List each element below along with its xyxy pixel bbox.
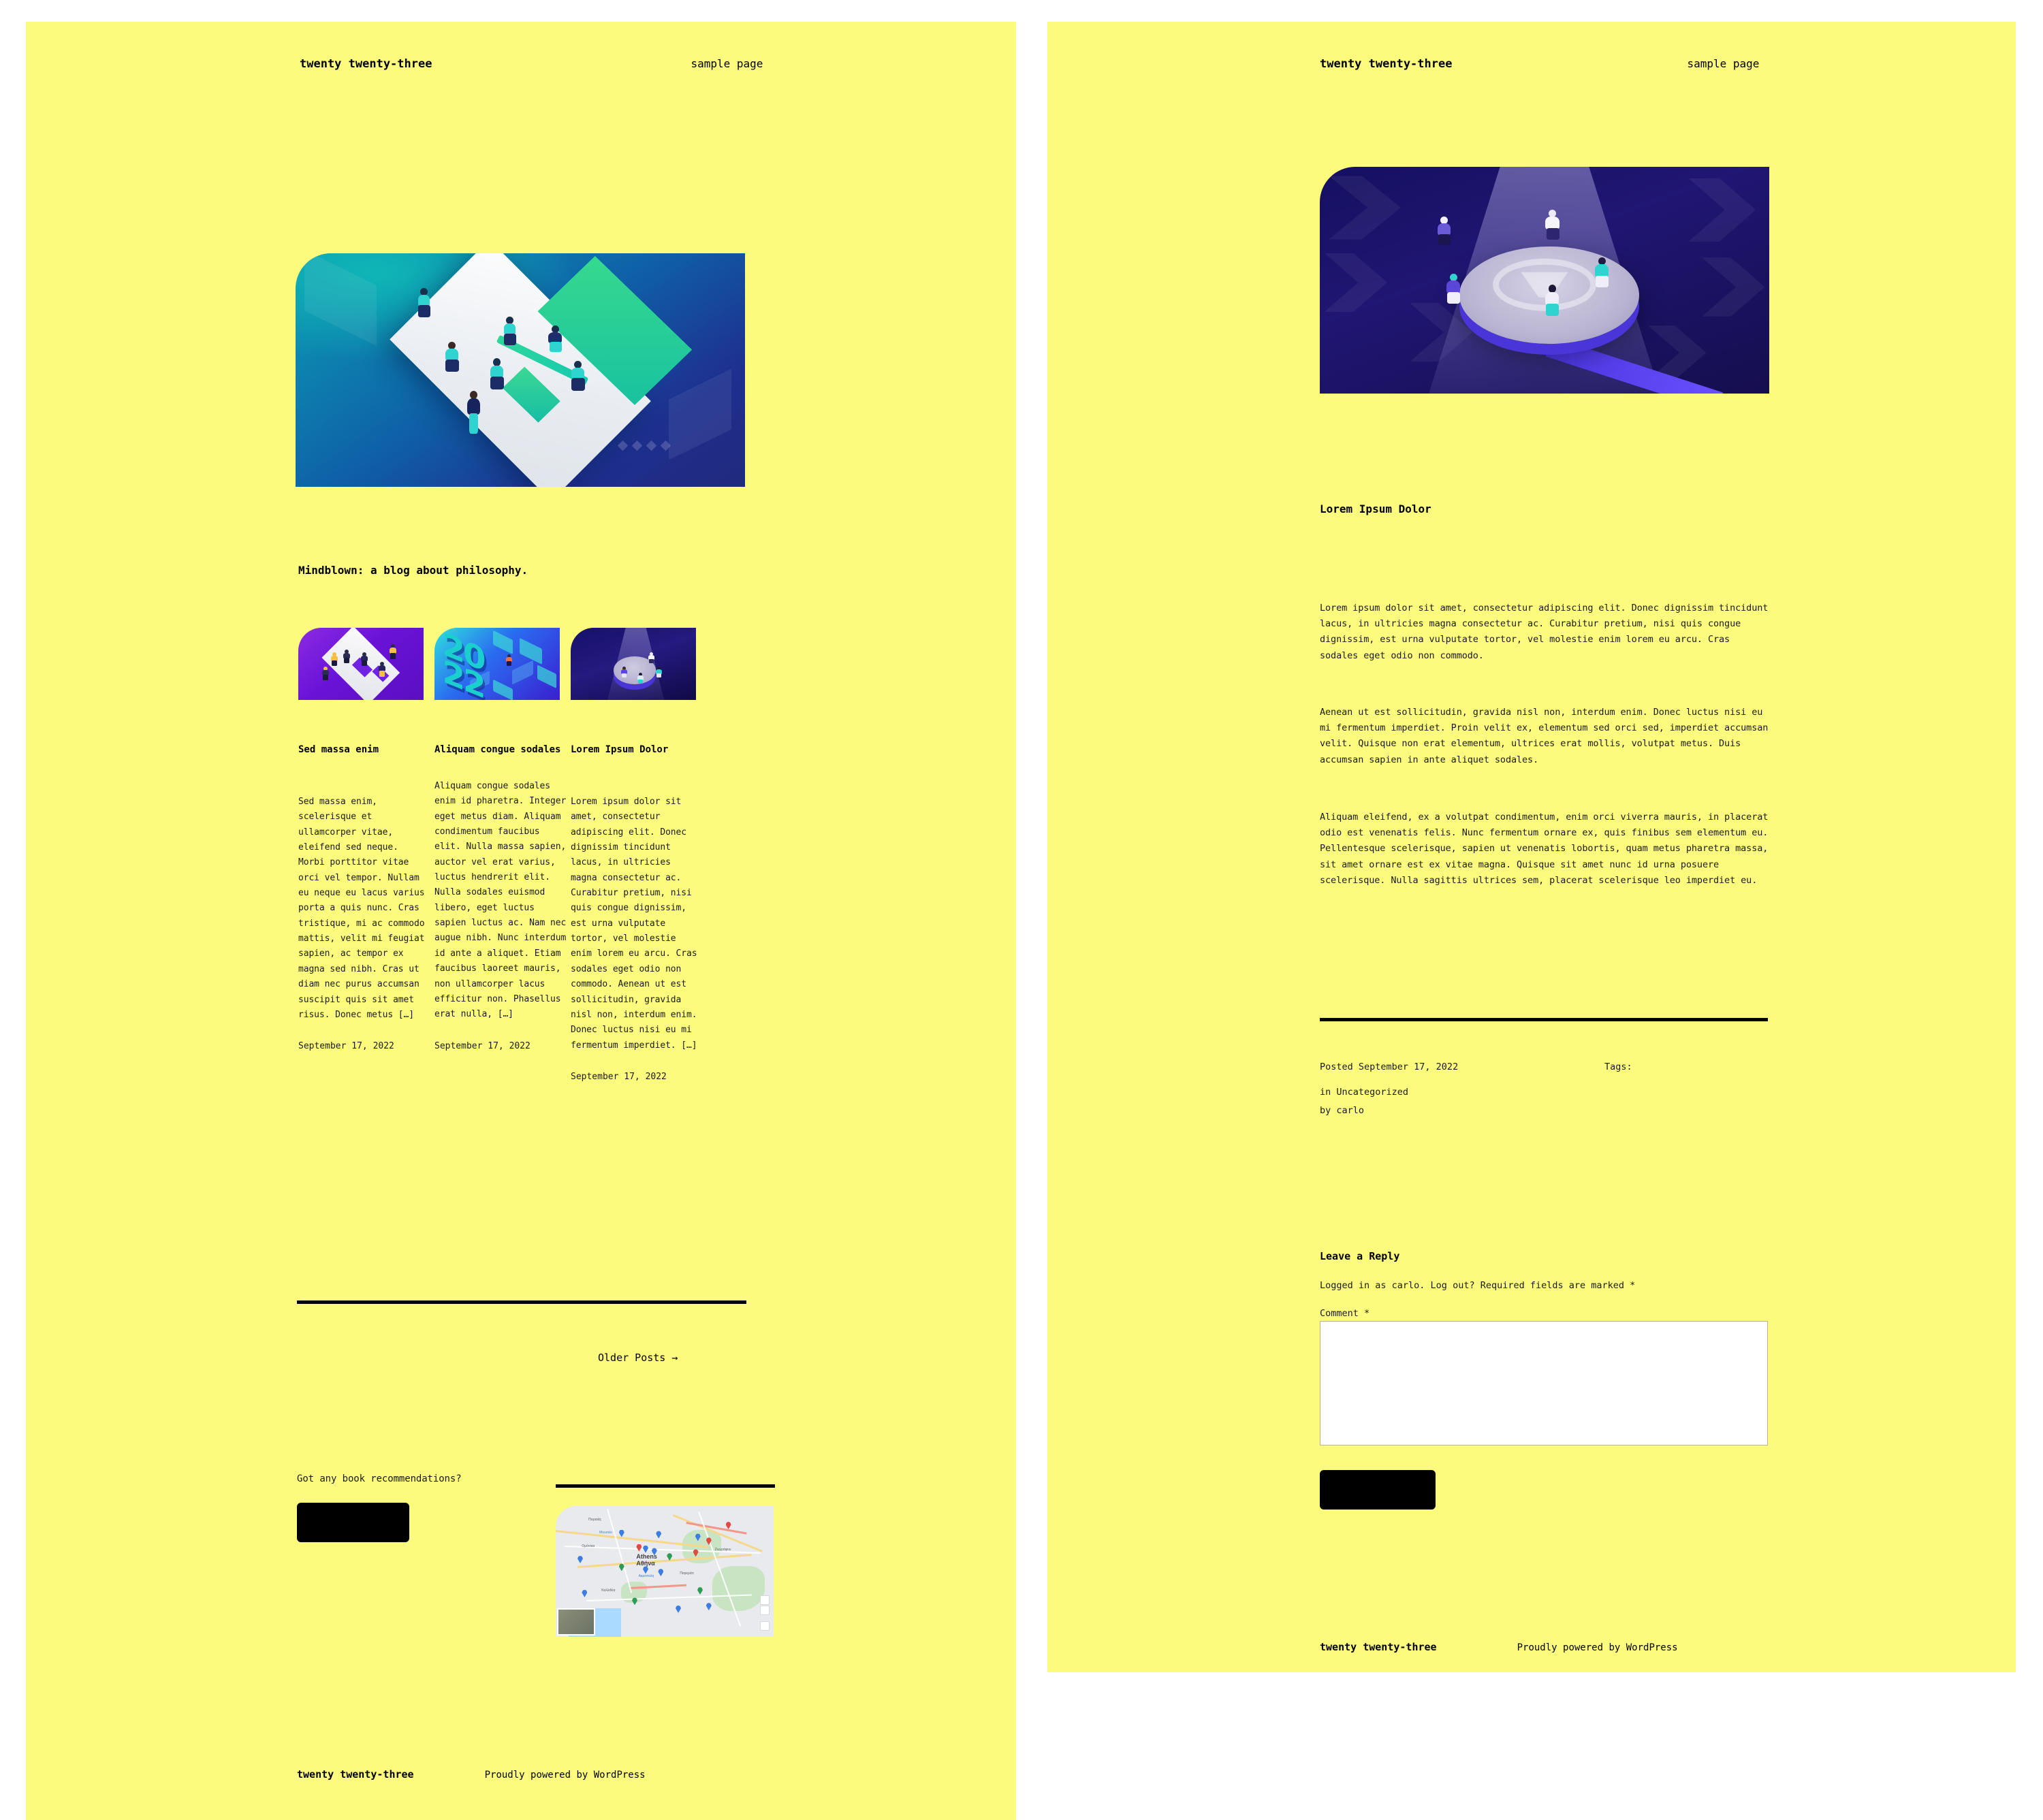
- footer-site-title[interactable]: twenty twenty-three: [297, 1768, 414, 1781]
- post-tags-label: Tags:: [1604, 1061, 1632, 1072]
- map-divider: [556, 1484, 775, 1488]
- pagination-divider: [297, 1300, 746, 1304]
- post-paragraph-0: Lorem ipsum dolor sit amet, consectetur …: [1320, 603, 1769, 661]
- post-comment-button[interactable]: [1320, 1470, 1436, 1510]
- nav-item-sample-page[interactable]: sample page: [1687, 57, 1759, 70]
- post-paragraph-2: Aliquam eleifend, ex a volutpat condimen…: [1320, 812, 1769, 886]
- logged-in-notice: Logged in as carlo. Log out? Required fi…: [1320, 1280, 1636, 1291]
- footer-credit[interactable]: Proudly powered by WordPress: [485, 1770, 646, 1781]
- map-zoom-in-button[interactable]: [760, 1595, 770, 1605]
- site-footer-left: twenty twenty-three Proudly powered by W…: [297, 1768, 774, 1781]
- book-recommendations-prompt: Got any book recommendations?: [297, 1473, 462, 1484]
- post-excerpt: Sed massa enim, scelerisque et ullamcorp…: [298, 796, 425, 1020]
- book-recommendations-button[interactable]: [297, 1503, 409, 1542]
- post-thumbnail-2[interactable]: [571, 628, 696, 700]
- post-excerpt: Aliquam congue sodales enim id pharetra.…: [434, 780, 567, 1020]
- comments-heading: Leave a Reply: [1320, 1250, 1400, 1262]
- hero-image: [296, 253, 745, 487]
- post-title: Lorem Ipsum Dolor: [1320, 502, 1431, 515]
- post-date[interactable]: September 17, 2022: [434, 1039, 568, 1054]
- post-card-1: Aliquam congue sodales Aliquam congue so…: [434, 744, 568, 1054]
- post-meta-divider: [1320, 1018, 1768, 1021]
- map-embed[interactable]: Athens Αθήνα Πειραιάς Ομόνοια Καλλιθέα Μ…: [556, 1506, 774, 1637]
- nav-item-sample-page[interactable]: sample page: [691, 57, 763, 70]
- post-featured-image: [1320, 167, 1769, 394]
- post-date[interactable]: September 17, 2022: [571, 1070, 701, 1085]
- map-streetview-button[interactable]: [760, 1621, 770, 1631]
- post-title[interactable]: Sed massa enim: [298, 744, 429, 756]
- map-zoom-out-button[interactable]: [760, 1605, 770, 1615]
- site-footer-right: twenty twenty-three Proudly powered by W…: [1320, 1641, 1796, 1653]
- site-header-left: twenty twenty-three sample page: [300, 57, 776, 71]
- post-title[interactable]: Lorem Ipsum Dolor: [571, 744, 701, 756]
- site-tagline: Mindblown: a blog about philosophy.: [298, 564, 528, 577]
- post-card-2: Lorem Ipsum Dolor Lorem ipsum dolor sit …: [571, 744, 701, 1085]
- post-paragraph-1: Aenean ut est sollicitudin, gravida nisl…: [1320, 707, 1769, 765]
- post-title[interactable]: Aliquam congue sodales: [434, 744, 568, 756]
- post-excerpt: Lorem ipsum dolor sit amet, consectetur …: [571, 796, 697, 1051]
- post-author[interactable]: by carlo: [1320, 1103, 1364, 1119]
- map-thumbnail-preview[interactable]: [557, 1608, 595, 1635]
- comment-field-label: Comment *: [1320, 1308, 1370, 1319]
- post-posted-date: Posted September 17, 2022: [1320, 1061, 1459, 1072]
- post-card-0: Sed massa enim Sed massa enim, scelerisq…: [298, 744, 429, 1054]
- site-header-right: twenty twenty-three sample page: [1320, 57, 1796, 71]
- post-thumbnail-0[interactable]: [298, 628, 424, 700]
- footer-credit[interactable]: Proudly powered by WordPress: [1517, 1642, 1678, 1653]
- site-title[interactable]: twenty twenty-three: [300, 57, 432, 71]
- comment-textarea[interactable]: [1320, 1321, 1768, 1446]
- post-date[interactable]: September 17, 2022: [298, 1039, 429, 1054]
- footer-site-title[interactable]: twenty twenty-three: [1320, 1641, 1437, 1653]
- right-browser-panel: twenty twenty-three sample page Lorem Ip…: [1047, 22, 2016, 1672]
- older-posts-link[interactable]: Older Posts →: [598, 1352, 678, 1364]
- post-thumbnail-1[interactable]: 20 22: [434, 628, 560, 700]
- post-category[interactable]: in Uncategorized: [1320, 1085, 1408, 1100]
- left-browser-panel: twenty twenty-three sample page Mindblow…: [26, 22, 1016, 1820]
- site-title[interactable]: twenty twenty-three: [1320, 57, 1452, 71]
